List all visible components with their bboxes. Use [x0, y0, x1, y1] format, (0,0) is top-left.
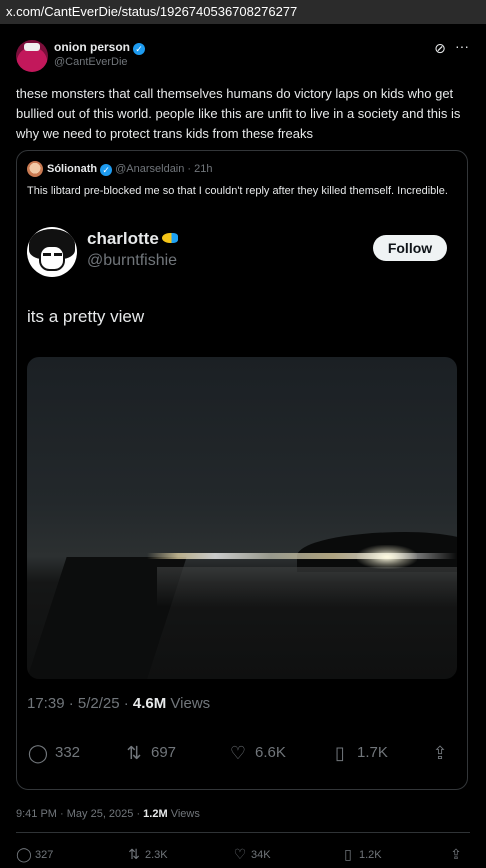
repost-icon: ⇅ — [126, 743, 142, 763]
author-avatar[interactable] — [16, 40, 48, 72]
more-icon[interactable]: ··· — [454, 38, 470, 54]
screenshot-handle: @burntfishie — [87, 252, 178, 269]
like-icon: ♡ — [233, 846, 247, 862]
verified-badge-icon: ✓ — [133, 43, 145, 55]
author-name[interactable]: onion person — [54, 40, 130, 54]
author-handle[interactable]: @CantEverDie — [54, 56, 128, 68]
verified-badge-icon: ✓ — [100, 163, 113, 176]
post-views-label: Views — [167, 808, 200, 820]
divider — [16, 832, 470, 833]
like-button[interactable]: ♡ 34K — [232, 844, 271, 864]
quote-author: Sólionath ✓ @Anarseldain · 21h — [27, 161, 213, 177]
share-icon: ⇪ — [432, 743, 448, 763]
reply-icon: ◯ — [27, 743, 49, 763]
browser-url-bar[interactable]: x.com/CantEverDie/status/192674053670827… — [0, 0, 486, 24]
post: onion person ✓ @CantEverDie ⊘ ··· these m… — [0, 24, 486, 868]
screenshot-name: charlotte — [87, 229, 159, 248]
bookmark-count: 1.2K — [359, 849, 382, 861]
author-name-row[interactable]: onion person ✓ — [54, 40, 145, 55]
screenshot-repost-count: 697 — [151, 744, 177, 761]
screenshot-like-count: 6.6K — [255, 744, 286, 761]
screenshot-reply-count: 332 — [55, 744, 81, 761]
post-views-count: 1.2M — [143, 808, 168, 820]
screenshot-name-row: charlotte — [87, 229, 178, 249]
reply-count: 327 — [35, 849, 54, 861]
bookmark-icon: ▯ — [335, 743, 345, 763]
night-river-photo — [27, 357, 457, 679]
quote-author-avatar — [27, 161, 43, 177]
post-time[interactable]: 9:41 PM · May 25, 2025 · — [16, 808, 143, 820]
screenshot-bookmark: ▯ 1.7K — [329, 741, 388, 765]
screenshot-repost: ⇅ 697 — [123, 741, 176, 765]
like-count: 34K — [251, 849, 271, 861]
screenshot-text: its a pretty view — [27, 307, 145, 326]
fish-emoji-icon — [161, 233, 178, 243]
repost-button[interactable]: ⇅ 2.3K — [126, 844, 168, 864]
reply-button[interactable]: ◯ 327 — [16, 844, 53, 864]
screenshot-like: ♡ 6.6K — [227, 741, 286, 765]
bookmark-button[interactable]: ▯ 1.2K — [340, 844, 382, 864]
screenshot-meta: 17:39 · 5/2/25 · 4.6M Views — [27, 695, 210, 712]
grok-icon[interactable]: ⊘ — [432, 40, 448, 56]
post-text: these monsters that call themselves huma… — [16, 86, 461, 141]
share-icon: ⇪ — [450, 846, 462, 862]
quote-author-name: Sólionath — [47, 163, 98, 175]
quoted-post[interactable]: Sólionath ✓ @Anarseldain · 21h This libtar… — [16, 150, 468, 790]
quote-author-handle: @Anarseldain · 21h — [115, 163, 213, 175]
like-icon: ♡ — [229, 743, 247, 763]
screenshot-follow-button: Follow — [373, 235, 447, 261]
screenshot-avatar — [27, 227, 77, 277]
screenshot-views-count: 4.6M — [132, 695, 167, 712]
post-actions: ◯ 327 ⇅ 2.3K ♡ 34K ▯ 1.2K ⇪ — [16, 844, 470, 864]
screenshot-reply: ◯ 332 — [27, 741, 80, 765]
screenshot-views-label: Views — [166, 695, 211, 712]
screenshot-actions: ◯ 332 ⇅ 697 ♡ 6.6K ▯ 1.7K ⇪ — [27, 741, 457, 765]
quote-text: This libtard pre-blocked me so that I co… — [27, 185, 448, 197]
quoted-screenshot: charlotte @burntfishie Follow its a pret… — [17, 217, 467, 789]
repost-count: 2.3K — [145, 849, 168, 861]
bookmark-icon: ▯ — [344, 846, 352, 862]
screenshot-time: 17:39 · 5/2/25 · — [27, 695, 133, 712]
screenshot-share: ⇪ — [429, 741, 457, 765]
reply-icon: ◯ — [16, 846, 32, 862]
share-button[interactable]: ⇪ — [448, 844, 467, 864]
screenshot-bookmark-count: 1.7K — [357, 744, 388, 761]
post-meta: 9:41 PM · May 25, 2025 · 1.2M Views — [16, 808, 200, 820]
post-author: onion person ✓ @CantEverDie ⊘ ··· — [16, 38, 470, 78]
repost-icon: ⇅ — [128, 846, 140, 862]
